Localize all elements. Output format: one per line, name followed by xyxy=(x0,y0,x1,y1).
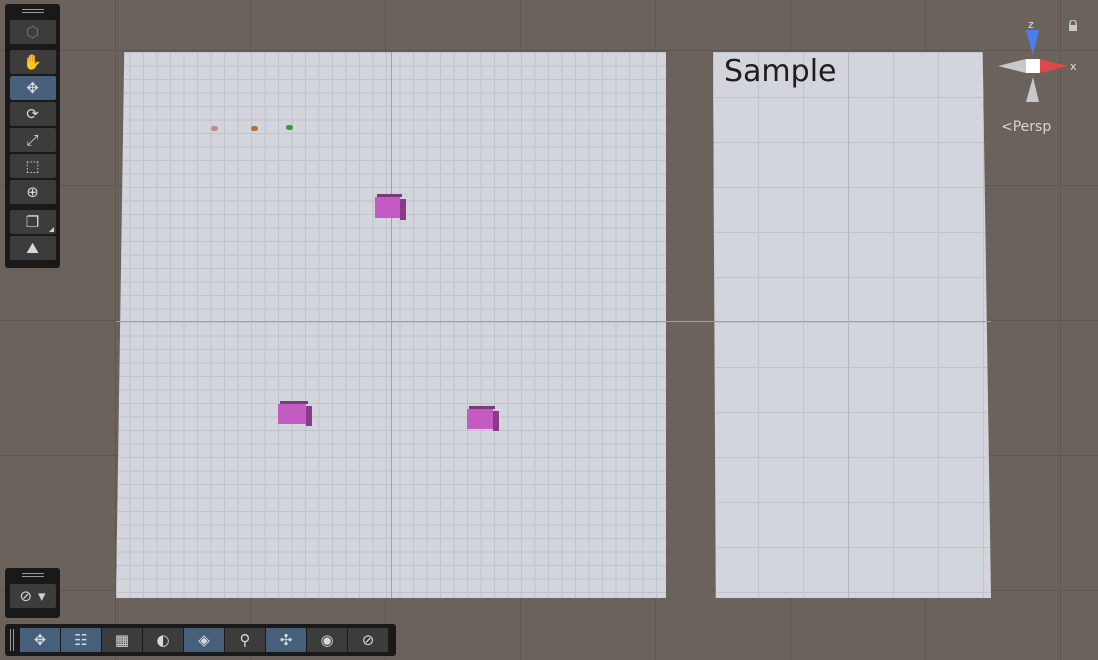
transform-tool-button[interactable]: ⊕ xyxy=(9,180,56,204)
toolbar-grip[interactable] xyxy=(5,4,60,18)
lock-icon[interactable] xyxy=(1068,20,1078,32)
eye-icon: ◉ xyxy=(320,631,334,649)
tool-settings-button[interactable]: ☷ xyxy=(61,628,101,652)
cube-icon: ⬡ xyxy=(25,23,40,41)
hand-tool-button[interactable]: ✋ xyxy=(9,50,56,74)
grid-toggle-button[interactable]: ▦ xyxy=(102,628,142,652)
terrain-icon: ⛰ xyxy=(26,239,39,257)
camera-mode-dropdown[interactable]: ⊘ ▾ xyxy=(9,584,56,608)
gizmos-icon: ✣ xyxy=(279,631,293,649)
small-object-orange[interactable] xyxy=(251,126,258,131)
z-axis-cone[interactable] xyxy=(1026,30,1039,55)
camera-panel-grip[interactable] xyxy=(5,568,60,582)
scale-tool-button[interactable]: ⤢ xyxy=(9,128,56,152)
search-button[interactable]: ⚲ xyxy=(225,628,265,652)
move-icon: ✥ xyxy=(33,631,47,649)
plane-gap xyxy=(666,52,713,598)
projection-label: Persp xyxy=(1012,119,1052,135)
cube-object[interactable] xyxy=(375,194,406,220)
vertical-axis-line xyxy=(391,52,392,598)
settings-icon: ☷ xyxy=(74,631,88,649)
scale-icon: ⤢ xyxy=(26,131,39,149)
navigation-button[interactable]: ⊘ xyxy=(348,628,388,652)
vertical-grid-line-right xyxy=(848,52,849,598)
cube-object[interactable] xyxy=(278,401,312,426)
hand-icon: ✋ xyxy=(23,53,42,71)
rotate-icon: ⟳ xyxy=(26,105,39,123)
custom-tool-icon: ❐ xyxy=(25,213,40,231)
tools-toolbar: ⬡ ✋ ✥ ⟳ ⤢ ⬚ ⊕ ❐ ⛰ xyxy=(5,4,60,268)
lighting-icon: ◐ xyxy=(156,631,170,649)
small-object-pink[interactable] xyxy=(211,126,218,131)
neg-z-axis-cone[interactable] xyxy=(1026,77,1039,102)
transform-icon: ⊕ xyxy=(26,183,39,201)
gizmo-center-cube[interactable] xyxy=(1026,59,1040,73)
small-object-green[interactable] xyxy=(286,125,293,130)
overlays-toolbar-grip[interactable] xyxy=(5,629,19,651)
persp-chevron-icon: < xyxy=(1001,119,1013,135)
sample-label: Sample xyxy=(724,54,837,89)
overlays-toolbar: ✥ ☷ ▦ ◐ ◈ ⚲ ✣ ◉ ⊘ xyxy=(5,624,396,656)
view-mode-button[interactable]: ⬡ xyxy=(9,20,56,44)
move-tool-button[interactable]: ✥ xyxy=(9,76,56,100)
rotate-tool-button[interactable]: ⟳ xyxy=(9,102,56,126)
snap-icon: ◈ xyxy=(198,631,210,649)
scene-viewport[interactable]: Sample xyxy=(0,0,1098,660)
z-axis-label: z xyxy=(1028,18,1034,31)
gizmos-toggle-button[interactable]: ✣ xyxy=(266,628,306,652)
chevron-down-icon: ▾ xyxy=(38,587,46,605)
snap-toggle-button[interactable]: ◈ xyxy=(184,628,224,652)
move-icon: ✥ xyxy=(26,79,39,97)
grid-icon: ▦ xyxy=(114,631,130,649)
x-axis-label: x xyxy=(1070,60,1077,73)
custom-tool-button[interactable]: ❐ xyxy=(9,210,56,234)
compass-icon: ⊘ xyxy=(361,631,375,649)
projection-toggle[interactable]: <Persp xyxy=(1001,119,1051,135)
compass-icon: ⊘ xyxy=(19,587,33,605)
rect-tool-button[interactable]: ⬚ xyxy=(9,154,56,178)
ground-plane-right xyxy=(713,52,991,598)
rect-icon: ⬚ xyxy=(25,157,40,175)
search-icon: ⚲ xyxy=(239,631,251,649)
x-axis-cone[interactable] xyxy=(1040,59,1068,73)
transform-overlay-button[interactable]: ✥ xyxy=(20,628,60,652)
view-visibility-button[interactable]: ◉ xyxy=(307,628,347,652)
camera-panel: ⊘ ▾ xyxy=(5,568,60,618)
lighting-toggle-button[interactable]: ◐ xyxy=(143,628,183,652)
cube-object[interactable] xyxy=(467,406,499,431)
horizontal-axis-line xyxy=(116,321,991,322)
terrain-tool-button[interactable]: ⛰ xyxy=(9,236,56,260)
neg-x-axis-cone[interactable] xyxy=(998,59,1026,73)
